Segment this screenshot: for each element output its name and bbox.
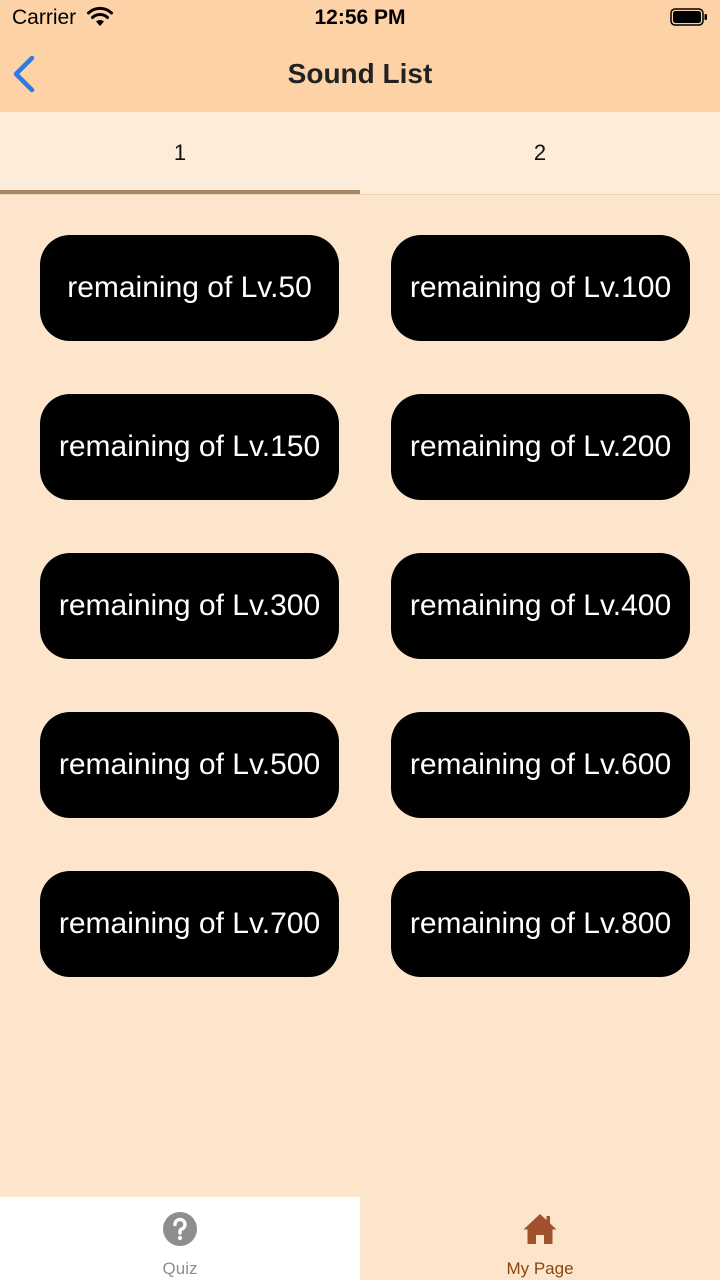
battery-icon bbox=[670, 8, 707, 26]
sound-button-lv600[interactable]: remaining of Lv.600 bbox=[391, 712, 690, 818]
selected-tab-indicator bbox=[0, 190, 360, 194]
sound-button-lv500[interactable]: remaining of Lv.500 bbox=[40, 712, 339, 818]
tab-bar-item-my-page[interactable]: My Page bbox=[360, 1197, 720, 1280]
tab-2[interactable]: 2 bbox=[360, 112, 720, 194]
question-circle-icon bbox=[163, 1212, 197, 1246]
status-bar: Carrier 12:56 PM bbox=[0, 0, 720, 36]
tab-bar-label-my-page: My Page bbox=[506, 1259, 574, 1278]
sound-button-lv700[interactable]: remaining of Lv.700 bbox=[40, 871, 339, 977]
sound-button-lv400[interactable]: remaining of Lv.400 bbox=[391, 553, 690, 659]
tab-bar-item-quiz[interactable]: Quiz bbox=[0, 1197, 360, 1280]
sound-button-lv800[interactable]: remaining of Lv.800 bbox=[391, 871, 690, 977]
tab-bar: Quiz My Page bbox=[0, 1197, 720, 1280]
navigation-bar: Sound List bbox=[0, 36, 720, 112]
segment-tabs: 1 2 bbox=[0, 112, 720, 195]
tab-1[interactable]: 1 bbox=[0, 112, 360, 194]
tab-bar-label-quiz: Quiz bbox=[162, 1259, 198, 1278]
page-title: Sound List bbox=[287, 58, 433, 89]
sound-button-lv100[interactable]: remaining of Lv.100 bbox=[391, 235, 690, 341]
sound-button-lv300[interactable]: remaining of Lv.300 bbox=[40, 553, 339, 659]
home-icon bbox=[523, 1214, 557, 1244]
clock: 12:56 PM bbox=[314, 6, 406, 29]
sound-button-lv200[interactable]: remaining of Lv.200 bbox=[391, 394, 690, 500]
sound-button-grid: remaining of Lv.50 remaining of Lv.100 r… bbox=[40, 235, 690, 977]
sound-button-lv150[interactable]: remaining of Lv.150 bbox=[40, 394, 339, 500]
sound-button-lv50[interactable]: remaining of Lv.50 bbox=[40, 235, 339, 341]
